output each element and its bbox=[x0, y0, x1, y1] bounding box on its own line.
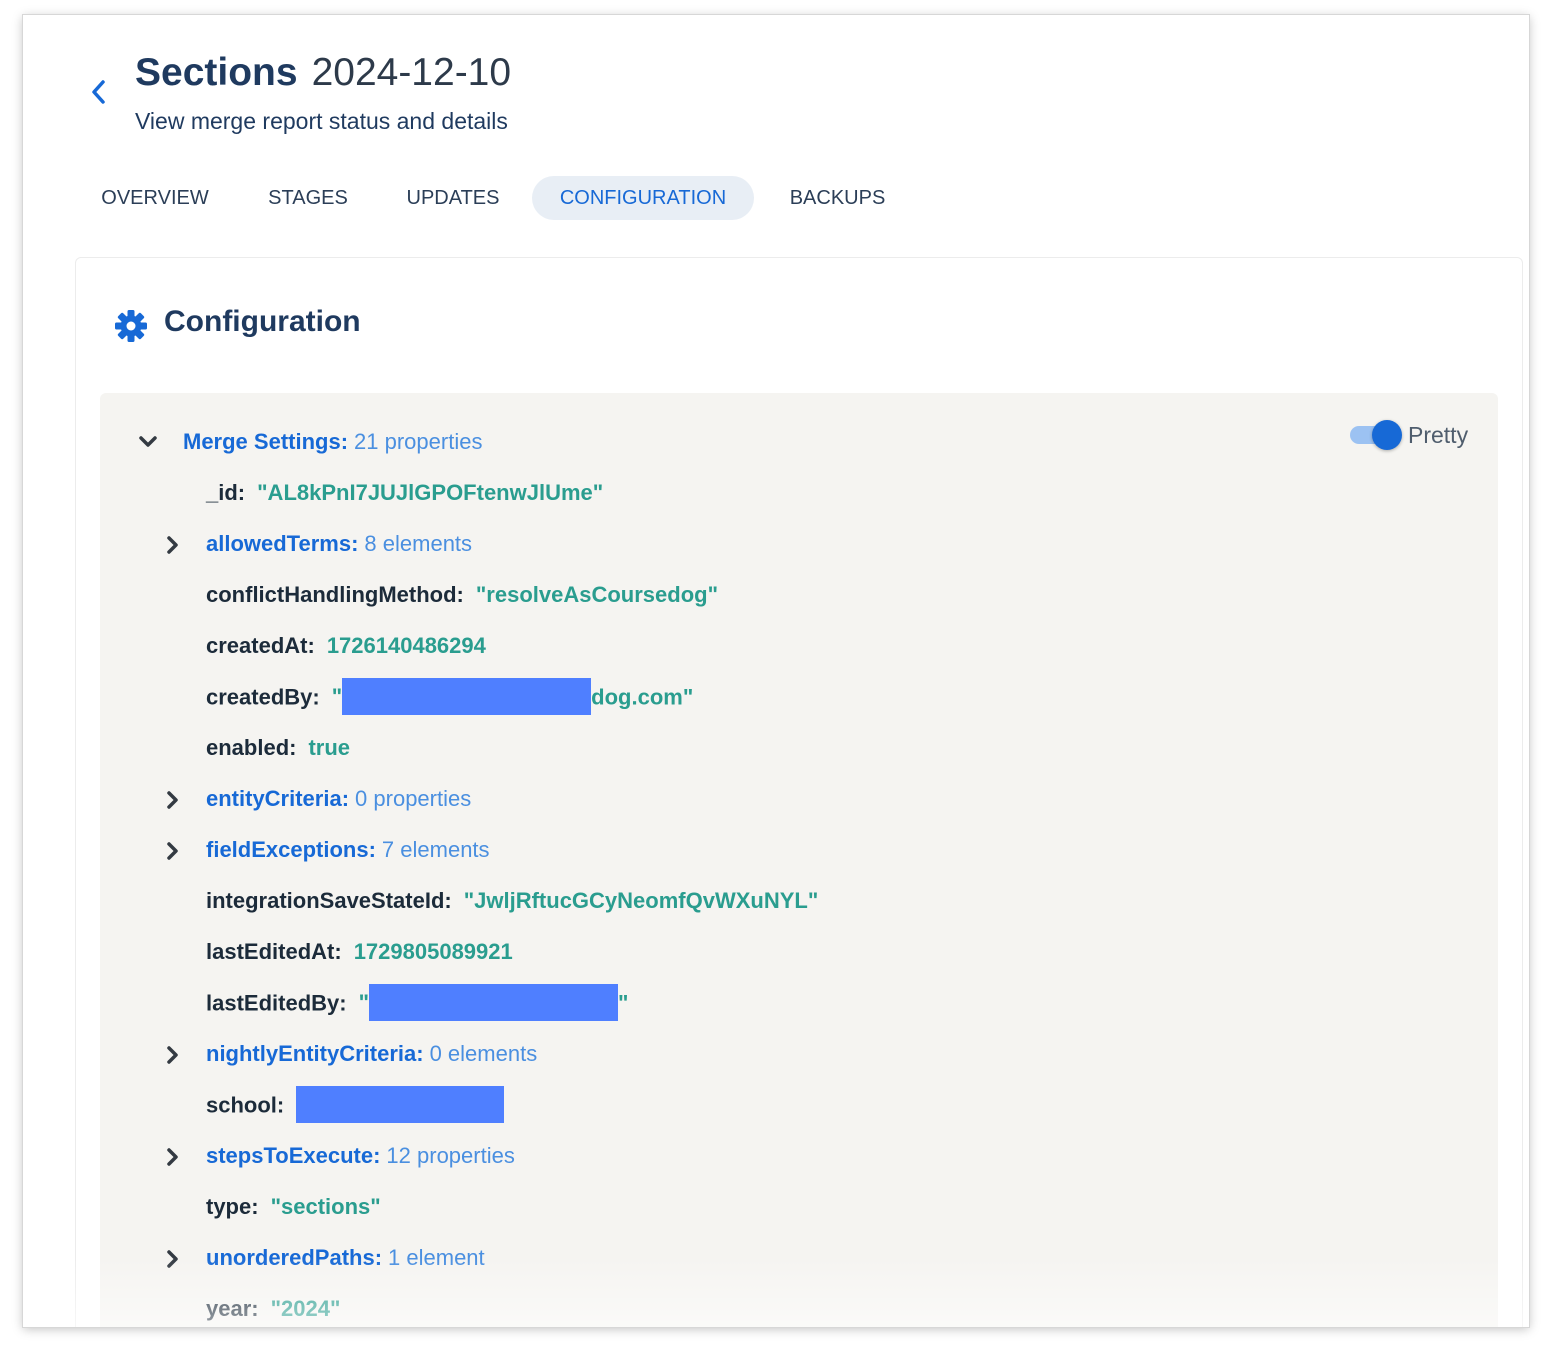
tree-item-value-suffix: " bbox=[618, 990, 629, 1016]
redaction-box bbox=[296, 1086, 505, 1123]
tree-root-label-wrap: Merge Settings: 21 properties bbox=[183, 425, 482, 459]
tab-updates[interactable]: UPDATES bbox=[395, 176, 511, 220]
tree-item-value: "resolveAsCoursedog" bbox=[475, 582, 719, 607]
tree-item-value: "AL8kPnI7JUJlGPOFtenwJlUme" bbox=[257, 480, 604, 505]
tree-item-key: createdAt: bbox=[206, 633, 315, 658]
tree-item-count: 1 element bbox=[388, 1245, 485, 1270]
page-date: 2024-12-10 bbox=[311, 51, 512, 94]
card-title: Configuration bbox=[164, 305, 361, 338]
tree-item-key: enabled: bbox=[206, 735, 297, 760]
redaction-box bbox=[342, 678, 592, 715]
redaction-box bbox=[369, 984, 619, 1021]
tab-configuration[interactable]: CONFIGURATION bbox=[532, 176, 754, 220]
gear-icon bbox=[115, 310, 147, 342]
tree-item-count: 8 elements bbox=[364, 531, 473, 556]
pretty-toggle[interactable]: Pretty bbox=[1350, 420, 1480, 450]
tab-stages[interactable]: STAGES bbox=[258, 176, 358, 220]
tab-overview[interactable]: OVERVIEW bbox=[75, 176, 235, 220]
tree-item: type: "sections" bbox=[206, 1190, 381, 1224]
tree-root-count: 21 properties bbox=[354, 429, 483, 454]
tree-item: school: bbox=[206, 1086, 505, 1123]
tree-item-value-prefix: " bbox=[358, 990, 370, 1016]
tree-item: lastEditedAt: 1729805089921 bbox=[206, 935, 513, 969]
tree-item-key[interactable]: entityCriteria: bbox=[206, 786, 349, 811]
tree-item-key: integrationSaveStateId: bbox=[206, 888, 452, 913]
chevron-right-icon[interactable] bbox=[162, 527, 184, 561]
json-viewer: Pretty Merge Settings: 21 properties _id:… bbox=[100, 393, 1498, 1327]
chevron-down-icon[interactable] bbox=[136, 425, 158, 459]
chevron-right-icon[interactable] bbox=[162, 1037, 184, 1071]
tree-item-key: _id: bbox=[206, 480, 246, 505]
tree-item-label-wrap: fieldExceptions: 7 elements bbox=[206, 833, 490, 867]
tree-item-value: "JwljRftucGCyNeomfQvWXuNYL" bbox=[463, 888, 819, 913]
tree-root-key[interactable]: Merge Settings: bbox=[183, 429, 348, 454]
toggle-label: Pretty bbox=[1408, 422, 1469, 448]
tree-item-value: 1729805089921 bbox=[353, 939, 513, 964]
tree-item-key: year: bbox=[206, 1296, 259, 1321]
tree-item-key: createdBy: bbox=[206, 684, 320, 710]
tree-item: year: "2024" bbox=[206, 1292, 340, 1326]
tree-item: createdBy: " dog.com" bbox=[206, 678, 694, 715]
tree-item: createdAt: 1726140486294 bbox=[206, 629, 486, 663]
page-subtitle: View merge report status and details bbox=[135, 108, 508, 134]
chevron-right-icon[interactable] bbox=[162, 1139, 184, 1173]
tree-item: integrationSaveStateId: "JwljRftucGCyNeom… bbox=[206, 884, 818, 918]
tree-item: conflictHandlingMethod: "resolveAsCoursed… bbox=[206, 578, 718, 612]
tree-item-value: true bbox=[308, 735, 351, 760]
tree-item-count: 12 properties bbox=[386, 1143, 515, 1168]
back-button[interactable] bbox=[87, 77, 111, 107]
tree-item-key: lastEditedAt: bbox=[206, 939, 342, 964]
tree-item-value: 1726140486294 bbox=[326, 633, 486, 658]
tree-item-value: "2024" bbox=[270, 1296, 341, 1321]
tree-item-key[interactable]: unorderedPaths: bbox=[206, 1245, 382, 1270]
chevron-right-icon[interactable] bbox=[162, 1241, 184, 1275]
chevron-left-icon bbox=[92, 80, 105, 104]
tree-item-value: "sections" bbox=[270, 1194, 381, 1219]
tree-item-label-wrap: allowedTerms: 8 elements bbox=[206, 527, 472, 561]
toggle-knob bbox=[1372, 420, 1402, 450]
tree-item: _id: "AL8kPnI7JUJlGPOFtenwJlUme" bbox=[206, 476, 603, 510]
tree-item-count: 0 properties bbox=[355, 786, 472, 811]
tree-item-count: 0 elements bbox=[429, 1041, 538, 1066]
tree-item-label-wrap: entityCriteria: 0 properties bbox=[206, 782, 471, 816]
window-frame: Sections 2024-12-10 View merge report sta… bbox=[23, 15, 1529, 1327]
tree-item-key[interactable]: stepsToExecute: bbox=[206, 1143, 380, 1168]
chevron-right-icon[interactable] bbox=[162, 782, 184, 816]
tree-item: enabled: true bbox=[206, 731, 350, 765]
tree-item-key: lastEditedBy: bbox=[206, 990, 347, 1016]
tree-item: lastEditedBy: " " bbox=[206, 984, 629, 1021]
tree-item-label-wrap: nightlyEntityCriteria: 0 elements bbox=[206, 1037, 537, 1071]
tree-item-key[interactable]: fieldExceptions: bbox=[206, 837, 376, 862]
tree-item-key[interactable]: nightlyEntityCriteria: bbox=[206, 1041, 424, 1066]
page-title: Sections bbox=[135, 51, 298, 94]
tree-item-label-wrap: unorderedPaths: 1 element bbox=[206, 1241, 485, 1275]
tree-item-count: 7 elements bbox=[381, 837, 490, 862]
tree-item-key[interactable]: allowedTerms: bbox=[206, 531, 358, 556]
tree-item-value-suffix: dog.com" bbox=[591, 684, 694, 710]
chevron-right-icon[interactable] bbox=[162, 833, 184, 867]
tree-item-key: school: bbox=[206, 1092, 285, 1118]
tree-item-label-wrap: stepsToExecute: 12 properties bbox=[206, 1139, 515, 1173]
tab-backups[interactable]: BACKUPS bbox=[775, 176, 900, 220]
tree-item-value-prefix: " bbox=[331, 684, 343, 710]
tree-item-key: type: bbox=[206, 1194, 259, 1219]
tree-item-key: conflictHandlingMethod: bbox=[206, 582, 464, 607]
page-header: Sections 2024-12-10 bbox=[135, 51, 511, 95]
configuration-card: Configuration Pretty Merge Settings: 21 p… bbox=[75, 257, 1523, 1327]
